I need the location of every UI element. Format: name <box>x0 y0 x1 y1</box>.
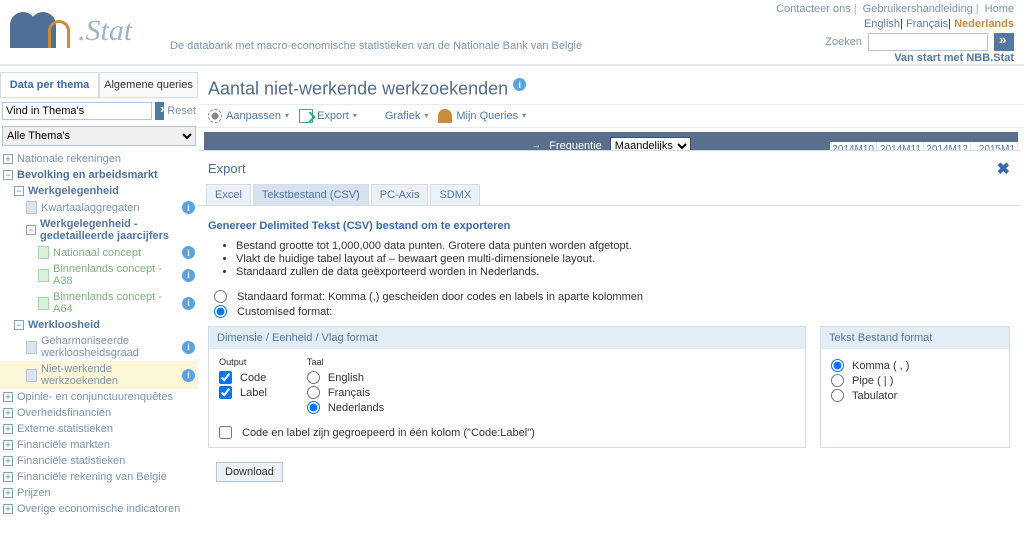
link-guide[interactable]: Gebruikershandleiding <box>863 3 973 15</box>
info-icon[interactable]: i <box>182 341 195 354</box>
find-go-button[interactable] <box>155 102 164 120</box>
radio-lang-nl[interactable] <box>307 401 320 414</box>
tree-item-prijzen[interactable]: +Prijzen <box>0 485 198 501</box>
radio-komma[interactable] <box>831 359 844 372</box>
top-links: Contacteer ons| Gebruikershandleiding| H… <box>776 3 1014 15</box>
dialog-title: Export <box>198 151 1020 184</box>
lang-en[interactable]: English <box>864 18 900 30</box>
tree-item-fin-stat[interactable]: +Financiële statistieken <box>0 453 198 469</box>
panel-text-format: Tekst Bestand format Komma ( , ) Pipe ( … <box>820 326 1010 448</box>
theme-tree: +Nationale rekeningen −Bevolking en arbe… <box>0 151 198 517</box>
tree-item-geharmoniseerde[interactable]: Geharmoniseerde werkloosheidsgraadi <box>0 333 198 361</box>
panel-dimension-format: Dimensie / Eenheid / Vlag format Output … <box>208 326 806 448</box>
info-icon[interactable]: i <box>182 201 195 214</box>
gear-icon <box>208 109 222 123</box>
tree-item-nationaal-concept[interactable]: Nationaal concepti <box>0 244 198 261</box>
chart-icon <box>367 109 381 123</box>
info-icon[interactable]: i <box>182 269 195 282</box>
page-title: Aantal niet-werkende werkzoekenden i <box>198 72 1024 104</box>
radio-pipe[interactable] <box>831 374 844 387</box>
tree-item-opinie[interactable]: +Opinie- en conjunctuurenquêtes <box>0 389 198 405</box>
theme-select[interactable]: Alle Thema's <box>2 126 196 146</box>
info-icon[interactable]: i <box>182 297 195 310</box>
taal-heading: Taal <box>307 357 384 367</box>
tree-item-overige[interactable]: +Overige economische indicatoren <box>0 501 198 517</box>
link-contact[interactable]: Contacteer ons <box>776 3 851 15</box>
search-label: Zoeken <box>825 36 862 48</box>
radio-standard-format[interactable] <box>214 290 227 303</box>
tree-item-werkgelegenheid[interactable]: −Werkgelegenheid <box>0 183 198 199</box>
logo-text: .Stat <box>78 14 132 48</box>
reset-link[interactable]: Reset <box>167 105 196 117</box>
tree-item-fin-markten[interactable]: +Financiële markten <box>0 437 198 453</box>
tab-pcaxis[interactable]: PC-Axis <box>371 184 429 205</box>
search-input[interactable] <box>868 33 988 51</box>
radio-lang-fr[interactable] <box>307 386 320 399</box>
aanpassen-button[interactable]: Aanpassen▾ <box>208 109 289 123</box>
start-link[interactable]: Van start met NBB.Stat <box>894 52 1014 64</box>
download-button[interactable]: Download <box>216 462 283 482</box>
export-heading: Genereer Delimited Tekst (CSV) bestand o… <box>208 220 1010 232</box>
logo: .Stat <box>10 2 132 48</box>
tree-item-werkloosheid[interactable]: −Werkloosheid <box>0 317 198 333</box>
tree-item-bevolking[interactable]: −Bevolking en arbeidsmarkt <box>0 167 198 183</box>
tagline: De databank met macro-economische statis… <box>170 40 582 52</box>
checkbox-label[interactable] <box>219 386 232 399</box>
radio-lang-en[interactable] <box>307 371 320 384</box>
info-icon[interactable]: i <box>182 246 195 259</box>
output-heading: Output <box>219 357 267 367</box>
tab-excel[interactable]: Excel <box>206 184 251 205</box>
dialog-close-button[interactable]: ✖ <box>997 159 1010 179</box>
logo-icon <box>10 2 70 48</box>
link-home[interactable]: Home <box>985 3 1014 15</box>
search-go-button[interactable] <box>994 33 1014 51</box>
tab-algemene-queries[interactable]: Algemene queries <box>99 72 198 97</box>
checkbox-code[interactable] <box>219 371 232 384</box>
user-icon <box>438 109 452 123</box>
lang-nl[interactable]: Nederlands <box>954 18 1014 30</box>
tab-sdmx[interactable]: SDMX <box>430 184 480 205</box>
tree-item-externe[interactable]: +Externe statistieken <box>0 421 198 437</box>
tree-item-niet-werkende[interactable]: Niet-werkende werkzoekendeni <box>0 361 198 389</box>
tree-item-fin-rek[interactable]: +Financiële rekening van België <box>0 469 198 485</box>
export-dialog: Export ✖ Excel Tekstbestand (CSV) PC-Axi… <box>198 150 1020 506</box>
radio-tab[interactable] <box>831 389 844 402</box>
grafiek-button[interactable]: Grafiek▾ <box>367 109 428 123</box>
info-icon[interactable]: i <box>182 369 195 382</box>
tree-item-overheid[interactable]: +Overheidsfinanciën <box>0 405 198 421</box>
tree-item-werkg-det[interactable]: −Werkgelegenheid - gedetailleerde jaarci… <box>0 216 198 244</box>
tree-item-kwartaal[interactable]: Kwartaalaggregateni <box>0 199 198 216</box>
export-notes: Bestand grootte tot 1,000,000 data punte… <box>236 240 1010 278</box>
mijn-queries-button[interactable]: Mijn Queries▾ <box>438 109 526 123</box>
export-icon <box>299 109 313 123</box>
export-button[interactable]: Export▾ <box>299 109 357 123</box>
checkbox-grouped[interactable] <box>219 426 232 439</box>
tree-item-a64[interactable]: Binnenlands concept - A64i <box>0 289 198 317</box>
tab-data-per-thema[interactable]: Data per thema <box>0 72 99 97</box>
tree-item-a38[interactable]: Binnenlands concept - A38i <box>0 261 198 289</box>
find-theme-input[interactable] <box>2 102 152 120</box>
lang-fr[interactable]: Français <box>906 18 948 30</box>
tree-item-nationale-rekeningen[interactable]: +Nationale rekeningen <box>0 151 198 167</box>
radio-custom-format[interactable] <box>214 305 227 318</box>
info-icon[interactable]: i <box>513 78 526 91</box>
lang-links: English| Français| Nederlands <box>864 18 1014 30</box>
tab-csv[interactable]: Tekstbestand (CSV) <box>253 184 369 205</box>
